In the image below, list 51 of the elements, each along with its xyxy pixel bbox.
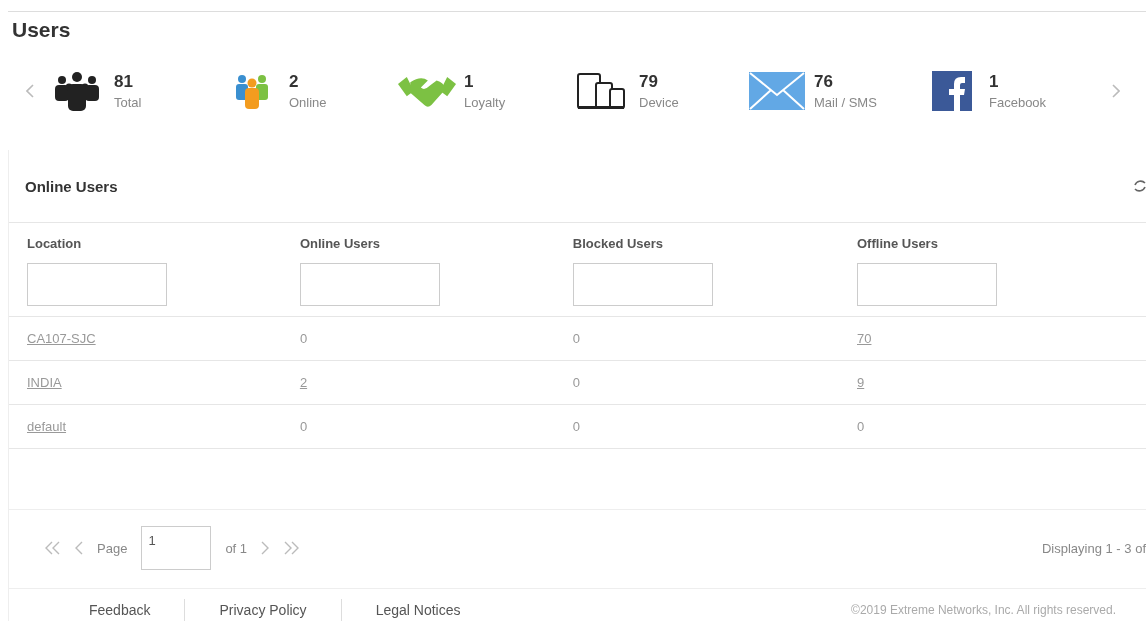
copyright-text: ©2019 Extreme Networks, Inc. All rights reserved. [851, 603, 1117, 617]
page-number-field[interactable]: 1 [141, 526, 212, 570]
facebook-logo-icon [932, 71, 972, 111]
cell-link[interactable]: INDIA [27, 375, 62, 390]
cell-link[interactable]: CA107-SJC [27, 331, 96, 346]
page-label: Page [97, 540, 128, 556]
stat-label: Facebook [989, 95, 1047, 110]
cell-link[interactable]: 2 [299, 375, 308, 390]
cell-link[interactable]: default [27, 419, 67, 434]
table-cell: 0 [299, 331, 308, 346]
page-title: Users [12, 18, 72, 42]
table-cell: 0 [572, 419, 580, 434]
table-cell: 0 [572, 331, 580, 346]
stat-label: Loyalty [464, 95, 506, 110]
footer-link[interactable]: Privacy Policy [219, 599, 342, 621]
cell-link[interactable]: 70 [857, 331, 872, 346]
first-page-icon[interactable] [45, 541, 61, 555]
stat-label: Device [639, 95, 679, 110]
display-count: Displaying 1 - 3 of [1041, 540, 1146, 556]
column-header: Online Users [299, 236, 381, 251]
stat-label: Online [289, 95, 327, 110]
next-page-icon[interactable] [261, 541, 270, 555]
stat-label: Total [114, 95, 142, 110]
stat-label: Mail / SMS [814, 95, 877, 110]
stat-count: 76 [814, 72, 834, 92]
people-group-icon [52, 71, 102, 111]
table-cell: 0 [857, 419, 865, 434]
table-cell: 0 [572, 375, 580, 390]
stat-count: 81 [114, 72, 134, 92]
stat-count: 79 [639, 72, 659, 92]
filter-field[interactable] [299, 263, 440, 306]
column-header: Blocked Users [572, 236, 664, 251]
stat-count: 1 [989, 72, 1000, 92]
stat-count: 1 [464, 72, 475, 92]
envelope-icon [749, 71, 805, 111]
stat-count: 2 [289, 72, 300, 92]
table-cell: 0 [299, 419, 308, 434]
filter-field[interactable] [572, 263, 713, 306]
filter-field[interactable] [27, 263, 167, 306]
devices-icon [576, 71, 628, 111]
footer-link[interactable]: Legal Notices [375, 599, 495, 621]
refresh-icon[interactable] [1134, 178, 1146, 194]
panel-title: Online Users [25, 177, 118, 195]
column-header: Offline Users [857, 236, 938, 251]
previous-page-icon[interactable] [75, 541, 83, 555]
column-header: Location [27, 236, 82, 251]
filter-field[interactable] [857, 263, 997, 306]
page-count: of 1 [225, 540, 248, 556]
cell-link[interactable]: 9 [857, 375, 865, 390]
footer-link[interactable]: Feedback [89, 599, 186, 621]
last-page-icon[interactable] [283, 541, 300, 555]
